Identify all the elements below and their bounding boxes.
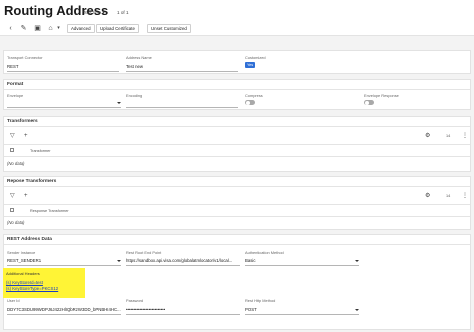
additional-header-link[interactable]: (s) KeyStoreType=PKCS12 — [6, 286, 58, 291]
grid-header-border — [4, 156, 470, 157]
password-label: Password — [126, 298, 144, 303]
password-underline — [126, 314, 240, 315]
select-all-checkbox[interactable] — [10, 148, 14, 152]
address-name-label: Address Name — [126, 55, 152, 60]
http-method-label: Rest Http Method — [245, 298, 276, 303]
advanced-button[interactable]: Advanced — [67, 24, 95, 33]
edit-icon[interactable]: ✎ — [19, 24, 28, 33]
root-endpoint-field[interactable]: https://sandbox.api.visa.com/globalatmlo… — [126, 258, 238, 263]
envelope-response-toggle[interactable] — [364, 100, 374, 105]
http-method-select[interactable] — [245, 314, 359, 315]
format-title: Format — [7, 82, 24, 87]
user-id-field[interactable]: DDY7C3SDU99WDPJ6J422HlIQbRzW3DD_bPNBHI4H… — [7, 307, 121, 312]
auth-method-label: Authentication Method — [245, 250, 284, 255]
additional-header-link[interactable]: (s) KeyStoreId=test — [6, 280, 43, 285]
transformers-panel: Transformers ▽ + ⚙ 14 ⋮ Transformer (No … — [3, 116, 471, 172]
sender-instance-value: REST_SENDER1 — [7, 258, 42, 263]
auth-method-value: Basic — [245, 258, 256, 263]
transport-connector-value: REST — [7, 64, 19, 69]
chevron-down-icon[interactable] — [355, 260, 359, 262]
filter-icon[interactable]: ▽ — [10, 193, 15, 199]
format-divider — [4, 89, 470, 90]
response-transformers-panel: Repose Transformers ▽ + ⚙ 14 ⋮ Response … — [3, 176, 471, 230]
grid-top-border — [4, 204, 470, 205]
password-field[interactable]: •••••••••••••••••••••••••• — [126, 307, 238, 312]
record-selector-value: Test new — [83, 10, 102, 15]
additional-headers-label: Additional Headers — [6, 271, 40, 276]
grid-top-border — [4, 144, 470, 145]
chevron-down-icon[interactable] — [117, 260, 121, 262]
encoding-label: Encoding — [126, 93, 143, 98]
more-icon[interactable]: ⋮ — [462, 133, 468, 139]
back-icon[interactable]: ‹ — [6, 24, 15, 33]
user-id-underline — [7, 314, 121, 315]
response-transformers-divider — [4, 186, 470, 187]
filter-icon[interactable]: ▽ — [10, 133, 15, 139]
rest-address-title: REST Address Data — [7, 237, 52, 242]
sender-instance-select[interactable] — [7, 265, 121, 266]
transformers-title: Transformers — [7, 119, 38, 124]
response-transformers-empty: (No data) — [7, 220, 25, 225]
http-method-value: POST — [245, 307, 257, 312]
toolbar: ‹ ✎ ▣ ⌂ ▾ Advanced Upload Certificate Un… — [0, 22, 474, 36]
grid-header-border — [4, 216, 470, 217]
chevron-down-icon[interactable] — [355, 309, 359, 311]
chevron-down-icon: ▾ — [102, 10, 105, 15]
root-endpoint-underline — [126, 265, 240, 266]
sender-instance-label: Sender Instance — [7, 250, 36, 255]
more-icon[interactable]: ⋮ — [462, 193, 468, 199]
transformers-divider — [4, 126, 470, 127]
general-panel: Transport Connector REST Address Name Te… — [3, 50, 471, 74]
customized-badge: Yes — [245, 62, 256, 68]
rest-address-divider — [4, 244, 470, 245]
chevron-down-icon[interactable] — [117, 102, 121, 104]
root-endpoint-label: Rest Root End Point — [126, 250, 162, 255]
upload-certificate-button[interactable]: Upload Certificate — [96, 24, 139, 33]
response-transformer-column-header: Response Transformer — [30, 209, 69, 213]
add-icon[interactable]: + — [24, 193, 28, 199]
add-icon[interactable]: + — [24, 133, 28, 139]
format-panel: Format Envelope Encoding Compress Envelo… — [3, 79, 471, 110]
additional-headers-highlight: Additional Headers (s) KeyStoreId=test (… — [3, 268, 85, 298]
envelope-response-label: Envelope Response — [364, 93, 399, 98]
transformer-column-header: Transformer — [30, 149, 51, 153]
settings-icon[interactable]: ⚙ — [425, 133, 430, 139]
auth-method-select[interactable] — [245, 265, 359, 266]
page-size[interactable]: 14 — [446, 134, 450, 138]
save-icon[interactable]: ▣ — [33, 24, 42, 33]
envelope-label: Envelope — [7, 93, 24, 98]
record-pager: 1 of 1 — [117, 10, 129, 15]
chevron-down-icon[interactable]: ▾ — [54, 24, 63, 33]
response-transformers-title: Repose Transformers — [7, 179, 57, 184]
record-selector[interactable]: Test new ▾ — [83, 10, 105, 16]
customized-label: Customized — [245, 55, 266, 60]
page-header: Routing Address Test new ▾ 1 of 1 — [0, 0, 474, 22]
transport-connector-underline — [7, 71, 119, 72]
address-name-underline — [126, 71, 238, 72]
encoding-select[interactable] — [126, 107, 238, 108]
select-all-checkbox[interactable] — [10, 208, 14, 212]
transport-connector-label: Transport Connector — [7, 55, 43, 60]
page-size[interactable]: 14 — [446, 194, 450, 198]
transformers-empty: (No data) — [7, 161, 25, 166]
compress-label: Compress — [245, 93, 263, 98]
address-name-field[interactable]: Test new — [126, 64, 236, 69]
user-id-label: User Id — [7, 298, 20, 303]
compress-toggle[interactable] — [245, 100, 255, 105]
settings-icon[interactable]: ⚙ — [425, 193, 430, 199]
unset-customized-button[interactable]: Unset Customized — [147, 24, 191, 33]
envelope-select[interactable] — [7, 107, 121, 108]
